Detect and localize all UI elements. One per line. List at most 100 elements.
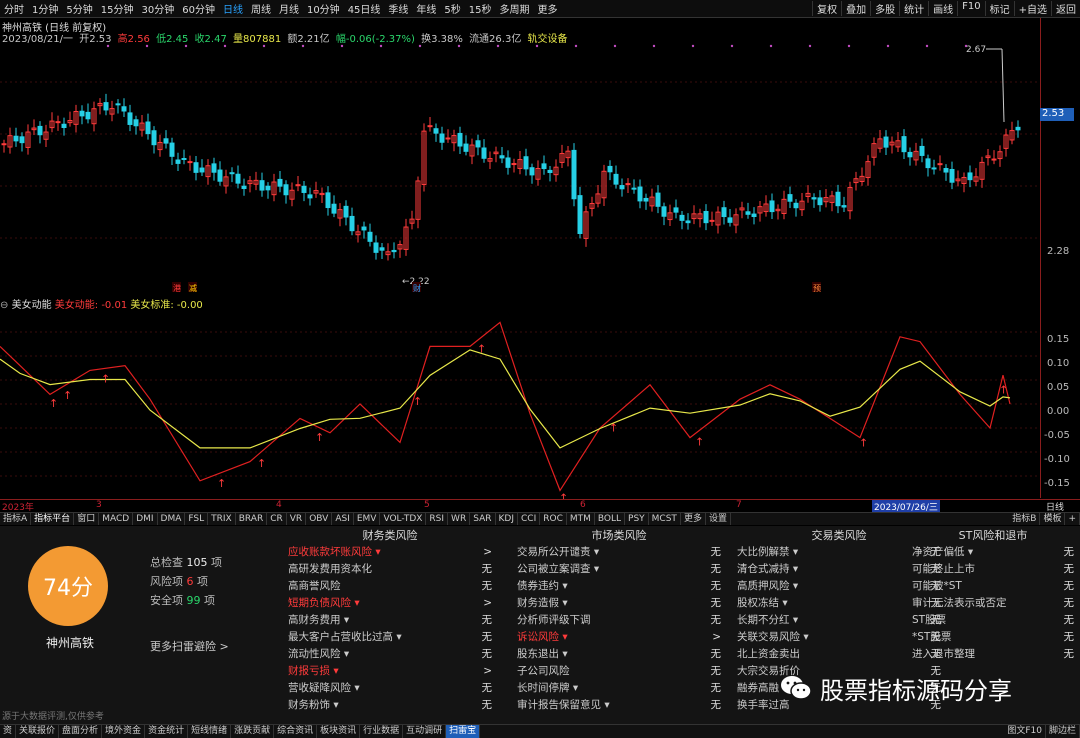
risk-item[interactable]: 诉讼风险 ▾ >: [513, 629, 725, 646]
footer-tab-4[interactable]: 资金统计: [145, 725, 189, 738]
indicator-tab-5[interactable]: DMA: [158, 513, 186, 525]
indicator-tab-16[interactable]: WR: [448, 513, 471, 525]
risk-item[interactable]: 净资产偏低 ▾ 无: [908, 544, 1078, 561]
indicator-right-tab-0[interactable]: 指标B: [1009, 513, 1041, 525]
indicator-chart[interactable]: ↑↑↑↑↑↑↑↑↑↑↑ ↑↑: [0, 308, 1040, 500]
indicator-tab-25[interactable]: 更多: [681, 513, 706, 525]
footer-tab-8[interactable]: 板块资讯: [317, 725, 361, 738]
period-tab-0[interactable]: 分时: [0, 1, 28, 16]
risk-item[interactable]: 分析师评级下调 无: [513, 612, 725, 629]
more-scan-link[interactable]: 更多扫雷避险 >: [150, 638, 229, 654]
period-tab-3[interactable]: 15分钟: [97, 1, 138, 16]
risk-item[interactable]: 短期负债风险 ▾ >: [284, 595, 496, 612]
indicator-tab-6[interactable]: FSL: [185, 513, 209, 525]
indicator-right-tab-1[interactable]: 模板: [1040, 513, 1066, 525]
indicator-tab-10[interactable]: VR: [287, 513, 307, 525]
toolbar-button-4[interactable]: 画线: [928, 1, 957, 16]
period-tab-7[interactable]: 周线: [247, 1, 275, 16]
toolbar-button-0[interactable]: 复权: [812, 1, 841, 16]
risk-item[interactable]: 最大客户占营收比过高 ▾ 无: [284, 629, 496, 646]
indicator-tab-12[interactable]: ASI: [332, 513, 354, 525]
toolbar-button-7[interactable]: +自选: [1013, 1, 1051, 16]
indicator-tab-22[interactable]: BOLL: [595, 513, 626, 525]
indicator-tab-7[interactable]: TRIX: [208, 513, 236, 525]
indicator-tab-0[interactable]: 指标A: [0, 513, 32, 525]
risk-item[interactable]: 交易所公开谴责 ▾ 无: [513, 544, 725, 561]
toolbar-button-1[interactable]: 叠加: [841, 1, 870, 16]
footer-right-tab-1[interactable]: 脚边栏: [1046, 725, 1080, 738]
toolbar-button-2[interactable]: 多股: [870, 1, 899, 16]
footer-tab-6[interactable]: 涨跌贡献: [231, 725, 275, 738]
period-tab-8[interactable]: 月线: [275, 1, 303, 16]
risk-item[interactable]: 财报亏损 ▾ >: [284, 663, 496, 680]
risk-item[interactable]: *ST股票 无: [908, 629, 1078, 646]
risk-item[interactable]: 债券违约 ▾ 无: [513, 578, 725, 595]
indicator-tab-17[interactable]: SAR: [470, 513, 496, 525]
indicator-tab-3[interactable]: MACD: [99, 513, 134, 525]
toolbar-button-8[interactable]: 返回: [1051, 1, 1080, 16]
risk-item[interactable]: 财务粉饰 ▾ 无: [284, 697, 496, 714]
footer-tab-3[interactable]: 境外资金: [102, 725, 146, 738]
indicator-tab-14[interactable]: VOL-TDX: [380, 513, 427, 525]
footer-tab-9[interactable]: 行业数据: [360, 725, 404, 738]
period-tab-16[interactable]: 更多: [534, 1, 562, 16]
footer-tab-0[interactable]: 资: [0, 725, 17, 738]
risk-item[interactable]: 公司被立案调查 ▾ 无: [513, 561, 725, 578]
period-tab-2[interactable]: 5分钟: [62, 1, 96, 16]
risk-item[interactable]: 高财务费用 ▾ 无: [284, 612, 496, 629]
risk-item[interactable]: 可能终止上市 无: [908, 561, 1078, 578]
risk-item[interactable]: 财务造假 ▾ 无: [513, 595, 725, 612]
indicator-tab-2[interactable]: 窗口: [74, 513, 100, 525]
risk-item[interactable]: 应收账款坏账风险 ▾ >: [284, 544, 496, 561]
risk-item[interactable]: 审计报告保留意见 ▾ 无: [513, 697, 725, 714]
indicator-tab-24[interactable]: MCST: [649, 513, 681, 525]
indicator-tab-20[interactable]: ROC: [540, 513, 567, 525]
footer-right-tab-0[interactable]: 图文F10: [1004, 725, 1046, 738]
risk-item[interactable]: 高商誉风险 无: [284, 578, 496, 595]
indicator-tab-23[interactable]: PSY: [625, 513, 649, 525]
toolbar-button-6[interactable]: 标记: [984, 1, 1014, 16]
risk-item[interactable]: 营收疑降风险 ▾ 无: [284, 680, 496, 697]
indicator-tab-8[interactable]: BRAR: [236, 513, 268, 525]
risk-item[interactable]: 子公司风险 无: [513, 663, 725, 680]
risk-item[interactable]: 高研发费用资本化 无: [284, 561, 496, 578]
footer-tab-7[interactable]: 综合资讯: [274, 725, 318, 738]
indicator-tab-4[interactable]: DMI: [133, 513, 158, 525]
footer-tab-5[interactable]: 短线情绪: [188, 725, 232, 738]
indicator-tab-1[interactable]: 指标平台: [31, 513, 75, 525]
period-tab-12[interactable]: 年线: [412, 1, 440, 16]
footer-tab-10[interactable]: 互动调研: [403, 725, 447, 738]
indicator-tab-26[interactable]: 设置: [706, 513, 731, 525]
period-tab-5[interactable]: 60分钟: [178, 1, 219, 16]
indicator-tab-21[interactable]: MTM: [567, 513, 595, 525]
risk-item[interactable]: 流动性风险 ▾ 无: [284, 646, 496, 663]
indicator-tab-11[interactable]: OBV: [306, 513, 333, 525]
footer-tab-2[interactable]: 盘面分析: [59, 725, 103, 738]
period-tab-6[interactable]: 日线: [219, 1, 247, 16]
risk-item[interactable]: 进入退市整理 无: [908, 646, 1078, 663]
risk-item[interactable]: 可能被*ST 无: [908, 578, 1078, 595]
period-tab-4[interactable]: 30分钟: [137, 1, 178, 16]
toolbar-button-5[interactable]: F10: [957, 1, 984, 16]
indicator-tab-13[interactable]: EMV: [354, 513, 381, 525]
indicator-tab-15[interactable]: RSI: [426, 513, 449, 525]
risk-item[interactable]: 审计无法表示或否定 无: [908, 595, 1078, 612]
risk-item[interactable]: 股东退出 ▾ 无: [513, 646, 725, 663]
footer-tab-11[interactable]: 扫雷宝: [446, 725, 481, 738]
risk-item[interactable]: 长时间停牌 ▾ 无: [513, 680, 725, 697]
period-tab-11[interactable]: 季线: [384, 1, 412, 16]
footer-tab-1[interactable]: 关联报价: [16, 725, 60, 738]
indicator-tab-9[interactable]: CR: [267, 513, 287, 525]
risk-item[interactable]: ST股票 无: [908, 612, 1078, 629]
period-tab-15[interactable]: 多周期: [496, 1, 534, 16]
indicator-tab-19[interactable]: CCI: [518, 513, 541, 525]
toolbar-button-3[interactable]: 统计: [899, 1, 928, 16]
period-tab-14[interactable]: 15秒: [465, 1, 496, 16]
period-tab-10[interactable]: 45日线: [344, 1, 385, 16]
period-tab-1[interactable]: 1分钟: [28, 1, 62, 16]
indicator-right-tab-2[interactable]: +: [1065, 513, 1080, 525]
period-tab-13[interactable]: 5秒: [440, 1, 464, 16]
candlestick-chart[interactable]: 2.67←2.22港减财预: [0, 42, 1040, 294]
indicator-tab-18[interactable]: KDJ: [496, 513, 518, 525]
period-tab-9[interactable]: 10分钟: [303, 1, 344, 16]
